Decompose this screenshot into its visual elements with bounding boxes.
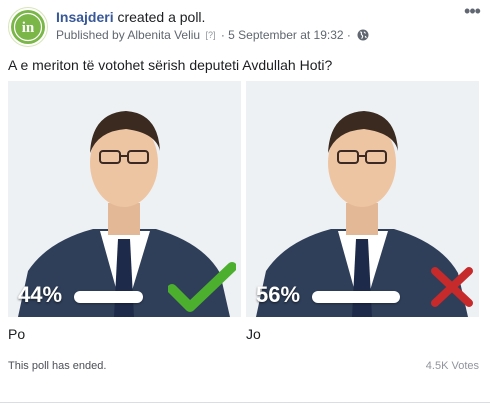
option-label-po: Po [8,326,26,342]
option-label-jo: Jo [246,326,261,342]
more-options-icon[interactable]: ••• [460,2,484,22]
checkmark-icon [168,262,236,312]
poll-option-jo[interactable]: 56% [246,81,479,317]
option-percent: 56% [256,282,301,307]
result-bar [74,291,143,303]
help-marker[interactable]: [?] [203,30,217,40]
avatar-text: in [22,20,35,36]
poll-option-po[interactable]: 44% [8,81,241,317]
published-by-text[interactable]: Published by Albenita Veliu [56,28,200,42]
meta-separator-2: · [346,28,351,42]
post-timestamp[interactable]: 5 September at 19:32 [228,28,343,42]
meta-separator: · [220,28,225,42]
poll-question: A e meriton të votohet sërish deputeti A… [8,57,333,73]
result-bar [312,291,400,303]
option-percent: 44% [18,282,63,307]
page-name-link[interactable]: Insajderi [56,9,114,25]
post-headline: Insajderi created a poll. [56,8,205,26]
poll-status: This poll has ended. [8,360,107,372]
post-divider [0,402,490,403]
cross-icon [431,267,473,307]
insajderi-logo-icon: in [11,10,45,44]
poll-post: in Insajderi created a poll. Published b… [0,0,490,409]
post-action-text: created a poll. [117,9,206,25]
globe-icon[interactable] [357,29,369,41]
page-avatar[interactable]: in [8,7,48,47]
vote-count[interactable]: 4.5K Votes [426,360,479,372]
post-meta: Published by Albenita Veliu [?] · 5 Sept… [56,28,369,42]
